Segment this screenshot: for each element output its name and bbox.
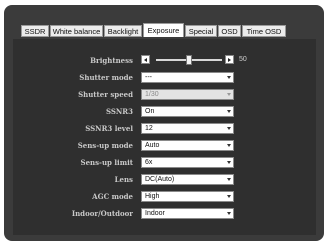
sens-up-limit-row: Sens-up limit 6x [13, 157, 316, 169]
shutter-speed-label: Shutter speed [78, 90, 133, 99]
brightness-row: Brightness 50 [13, 55, 316, 67]
lens-select[interactable]: DC(Auto) [141, 174, 234, 185]
indoor-outdoor-row: Indoor/Outdoor Indoor [13, 208, 316, 220]
sens-up-mode-label: Sens-up mode [77, 141, 133, 150]
brightness-increase-button[interactable] [225, 55, 234, 64]
sens-up-mode-row: Sens-up mode Auto [13, 140, 316, 152]
brightness-value: 50 [239, 56, 247, 63]
agc-mode-row: AGC mode High [13, 191, 316, 203]
brightness-slider-thumb[interactable] [186, 55, 192, 65]
chevron-down-icon [227, 76, 231, 79]
chevron-down-icon [227, 93, 231, 96]
chevron-down-icon [227, 161, 231, 164]
indoor-outdoor-value: Indoor [145, 210, 165, 217]
tab-exposure[interactable]: Exposure [143, 23, 184, 37]
tab-time-osd[interactable]: Time OSD [242, 25, 286, 37]
sens-up-limit-label: Sens-up limit [80, 158, 133, 167]
exposure-panel: Brightness 50 Shutter mode --- Shutter s… [13, 39, 316, 235]
chevron-down-icon [227, 144, 231, 147]
shutter-mode-label: Shutter mode [79, 73, 133, 82]
ssnr3-value: On [145, 108, 155, 115]
chevron-down-icon [227, 127, 231, 130]
indoor-outdoor-label: Indoor/Outdoor [71, 209, 133, 218]
shutter-speed-value: 1/30 [145, 91, 159, 98]
sens-up-mode-select[interactable]: Auto [141, 140, 234, 151]
shutter-speed-row: Shutter speed 1/30 [13, 89, 316, 101]
ssnr3-level-label: SSNR3 level [85, 124, 133, 133]
lens-value: DC(Auto) [145, 176, 175, 183]
tab-white-balance[interactable]: White balance [50, 25, 103, 37]
lens-row: Lens DC(Auto) [13, 174, 316, 186]
ssnr3-label: SSNR3 [105, 107, 133, 116]
tab-ssdr[interactable]: SSDR [21, 25, 49, 37]
tab-osd[interactable]: OSD [218, 25, 241, 37]
sens-up-limit-value: 6x [145, 159, 153, 166]
shutter-speed-select: 1/30 [141, 89, 234, 100]
lens-label: Lens [114, 175, 133, 184]
agc-mode-value: High [145, 193, 160, 200]
arrow-right-icon [228, 57, 231, 62]
ssnr3-level-select[interactable]: 12 [141, 123, 234, 134]
indoor-outdoor-select[interactable]: Indoor [141, 208, 234, 219]
ssnr3-level-value: 12 [145, 125, 153, 132]
brightness-decrease-button[interactable] [141, 55, 150, 64]
chevron-down-icon [227, 212, 231, 215]
ssnr3-select[interactable]: On [141, 106, 234, 117]
shutter-mode-select[interactable]: --- [141, 72, 234, 83]
arrow-left-icon [143, 57, 147, 62]
ssnr3-level-row: SSNR3 level 12 [13, 123, 316, 135]
sens-up-mode-value: Auto [145, 142, 160, 149]
sens-up-limit-select[interactable]: 6x [141, 157, 234, 168]
agc-mode-label: AGC mode [92, 192, 133, 201]
tab-special[interactable]: Special [185, 25, 217, 37]
shutter-mode-row: Shutter mode --- [13, 72, 316, 84]
settings-window: SSDR White balance Backlight Exposure Sp… [4, 5, 324, 241]
chevron-down-icon [227, 178, 231, 181]
chevron-down-icon [227, 195, 231, 198]
brightness-label: Brightness [90, 56, 133, 65]
tab-backlight[interactable]: Backlight [104, 25, 142, 37]
agc-mode-select[interactable]: High [141, 191, 234, 202]
shutter-mode-value: --- [145, 74, 152, 81]
ssnr3-row: SSNR3 On [13, 106, 316, 118]
chevron-down-icon [227, 110, 231, 113]
